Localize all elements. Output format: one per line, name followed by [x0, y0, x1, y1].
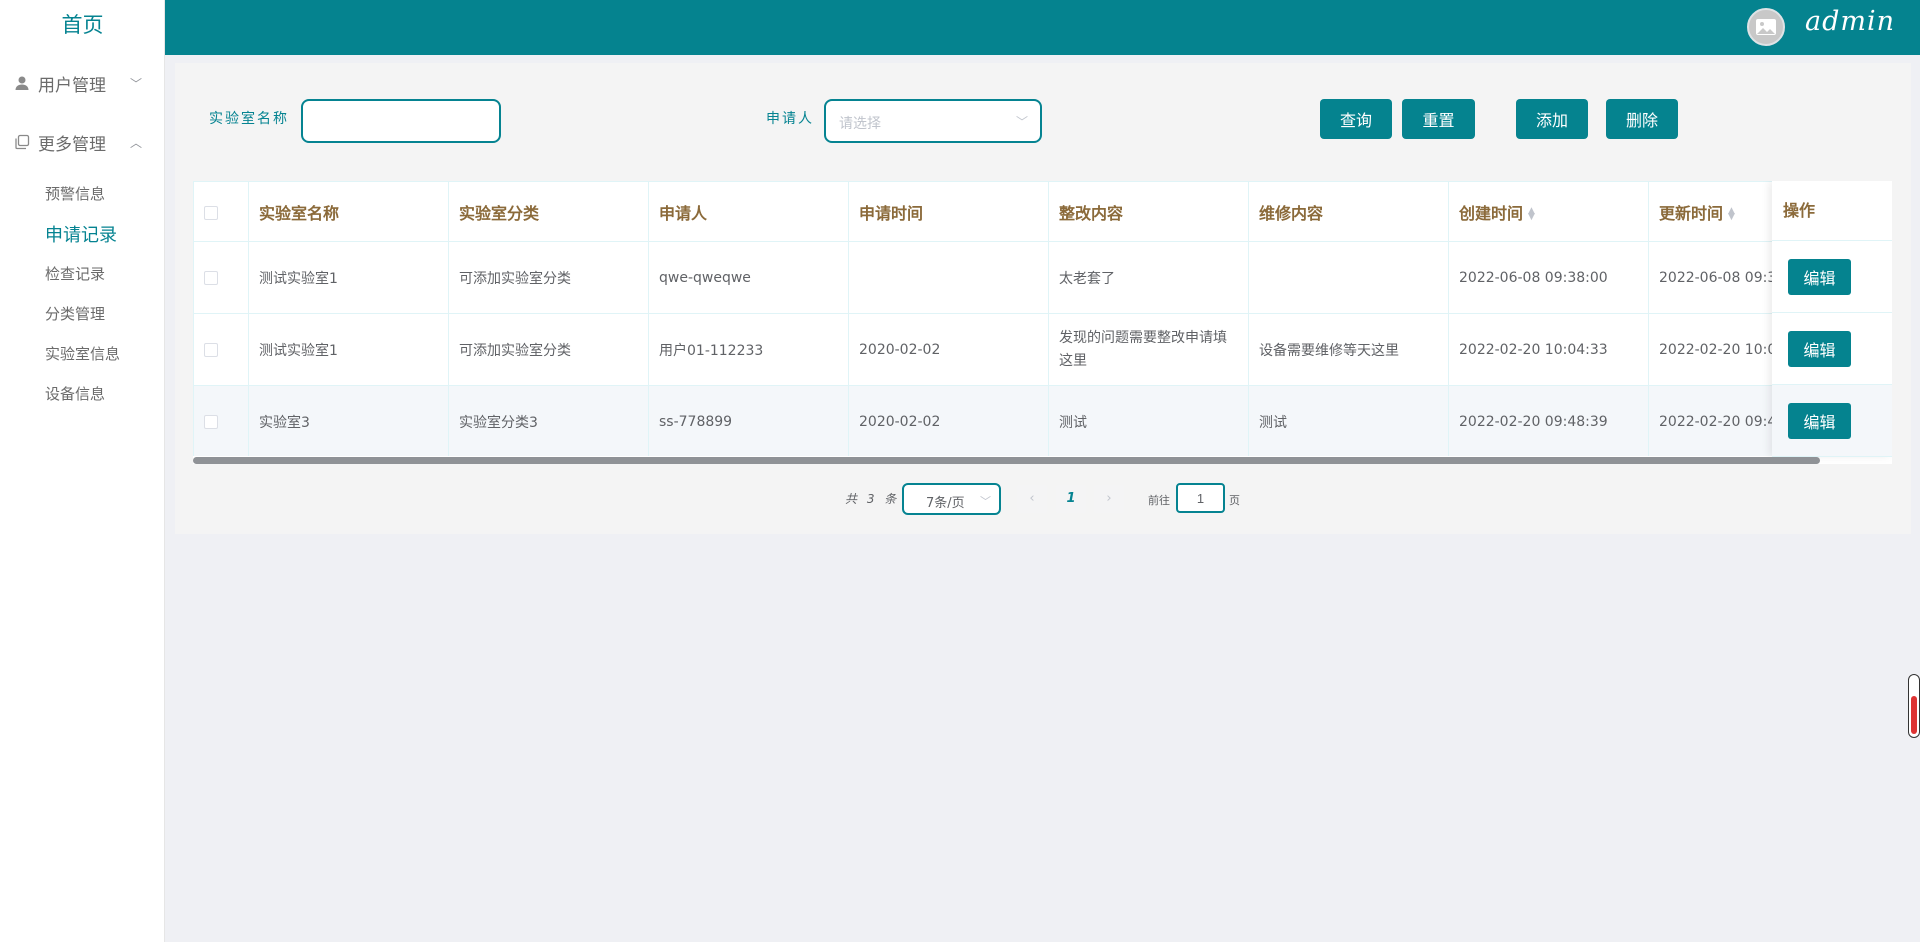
user-icon [14, 75, 30, 91]
sidebar-item-warning-info[interactable]: 预警信息 [45, 183, 105, 204]
column-header-label: 创建时间 [1459, 203, 1524, 223]
sidebar: 首页 用户管理 ﹀ 更多管理 ︿ 预警信息 申请记录 检查记录 分类管理 实验室… [0, 0, 165, 942]
cell-apply-time: 2020-02-02 [848, 385, 1049, 456]
copy-icon [14, 134, 30, 150]
pagination-total: 共 3 条 [845, 492, 900, 506]
sidebar-item-lab-info[interactable]: 实验室信息 [45, 343, 120, 364]
operation-cell: 编辑 [1772, 241, 1892, 313]
cell-created: 2022-06-08 09:38:00 [1448, 241, 1649, 314]
row-checkbox-cell [193, 313, 249, 386]
cell-rectify: 发现的问题需要整改申请填这里 [1048, 313, 1249, 386]
cell-applicant: ss-778899 [648, 385, 849, 456]
cell-apply-time [848, 241, 1049, 314]
sidebar-item-category-management[interactable]: 分类管理 [45, 303, 105, 324]
table-header-row: 实验室名称 实验室分类 申请人 申请时间 整改内容 维修内容 创建时间 ▲ ▼ 更新… [193, 181, 1892, 242]
page-size-select[interactable]: 7条/页 ﹀ [902, 483, 1001, 515]
cell-applicant: qwe-qweqwe [648, 241, 849, 314]
cell-category: 实验室分类3 [448, 385, 649, 456]
lab-name-label: 实验室名称 [209, 111, 289, 127]
image-icon [1756, 19, 1776, 35]
sidebar-item-equipment-info[interactable]: 设备信息 [45, 383, 105, 404]
row-checkbox-cell [193, 385, 249, 456]
cell-created: 2022-02-20 10:04:33 [1448, 313, 1649, 386]
sidebar-item-inspection-records[interactable]: 检查记录 [45, 263, 105, 284]
data-table: 实验室名称 实验室分类 申请人 申请时间 整改内容 维修内容 创建时间 ▲ ▼ 更新… [193, 181, 1892, 464]
chevron-up-icon: ︿ [130, 135, 143, 150]
query-button[interactable]: 查询 [1320, 99, 1392, 139]
current-page[interactable]: 1 [1056, 485, 1086, 513]
select-all-cell [193, 181, 249, 242]
goto-page-input[interactable] [1176, 483, 1225, 513]
username[interactable]: admin [1805, 6, 1895, 37]
edit-button[interactable]: 编辑 [1788, 331, 1851, 367]
column-header: 实验室分类 [448, 181, 649, 242]
applicant-label: 申请人 [766, 111, 814, 127]
chevron-down-icon: ﹀ [1015, 115, 1028, 129]
row-checkbox-cell [193, 241, 249, 314]
delete-button[interactable]: 删除 [1606, 99, 1678, 139]
cell-lab-name: 测试实验室1 [248, 313, 449, 386]
column-header: 维修内容 [1248, 181, 1449, 242]
operation-cell: 编辑 [1772, 313, 1892, 385]
row-checkbox[interactable] [204, 270, 218, 285]
sort-icon[interactable]: ▲ ▼ [1528, 207, 1535, 222]
thermometer-icon [1908, 674, 1920, 738]
table-scroll-area: 实验室名称 实验室分类 申请人 申请时间 整改内容 维修内容 创建时间 ▲ ▼ 更新… [193, 181, 1892, 456]
reset-button[interactable]: 重置 [1402, 99, 1475, 139]
sidebar-group-label: 更多管理 [38, 134, 106, 155]
row-checkbox[interactable] [204, 414, 218, 429]
lab-name-input[interactable] [301, 99, 501, 143]
sort-icon[interactable]: ▲ ▼ [1728, 207, 1735, 222]
page-suffix-label: 页 [1229, 494, 1240, 507]
sidebar-group-label: 用户管理 [38, 75, 106, 96]
prev-page-button[interactable]: ‹ [1017, 485, 1047, 513]
edit-button[interactable]: 编辑 [1788, 259, 1851, 295]
applicant-select[interactable]: 请选择 ﹀ [824, 99, 1042, 143]
operation-column: 操作 编辑 编辑 编辑 [1772, 181, 1892, 457]
cell-lab-name: 实验室3 [248, 385, 449, 456]
cell-category: 可添加实验室分类 [448, 241, 649, 314]
sidebar-group-more-management[interactable]: 更多管理 ︿ [0, 114, 165, 170]
add-button[interactable]: 添加 [1516, 99, 1588, 139]
cell-lab-name: 测试实验室1 [248, 241, 449, 314]
edit-button[interactable]: 编辑 [1788, 403, 1851, 439]
sidebar-group-user-management[interactable]: 用户管理 ﹀ [0, 55, 165, 111]
cell-repair [1248, 241, 1449, 314]
column-header-sortable[interactable]: 创建时间 ▲ ▼ [1448, 181, 1649, 242]
chevron-down-icon: ﹀ [980, 495, 991, 508]
table-row: 实验室3 实验室分类3 ss-778899 2020-02-02 测试 测试 2… [193, 385, 1892, 456]
table-row: 测试实验室1 可添加实验室分类 qwe-qweqwe 太老套了 2022-06-… [193, 241, 1892, 314]
top-header [165, 0, 1920, 55]
cell-rectify: 测试 [1048, 385, 1249, 456]
thermometer-fill [1911, 696, 1917, 734]
cell-repair: 设备需要维修等天这里 [1248, 313, 1449, 386]
cell-rectify: 太老套了 [1048, 241, 1249, 314]
applicant-placeholder: 请选择 [839, 116, 881, 132]
cell-repair: 测试 [1248, 385, 1449, 456]
select-all-checkbox[interactable] [204, 205, 218, 220]
column-header: 申请时间 [848, 181, 1049, 242]
row-checkbox[interactable] [204, 342, 218, 357]
cell-category: 可添加实验室分类 [448, 313, 649, 386]
next-page-button[interactable]: › [1094, 485, 1124, 513]
cell-created: 2022-02-20 09:48:39 [1448, 385, 1649, 456]
chevron-down-icon: ﹀ [130, 76, 143, 91]
operation-cell: 编辑 [1772, 385, 1892, 457]
cell-apply-time: 2020-02-02 [848, 313, 1049, 386]
page-size-value: 7条/页 [926, 496, 965, 511]
sidebar-item-application-records[interactable]: 申请记录 [45, 221, 117, 247]
column-header: 实验室名称 [248, 181, 449, 242]
cell-applicant: 用户01-112233 [648, 313, 849, 386]
sidebar-home[interactable]: 首页 [0, 0, 165, 50]
goto-label: 前往 [1148, 494, 1170, 507]
horizontal-scrollbar[interactable] [193, 457, 1820, 464]
column-header: 申请人 [648, 181, 849, 242]
table-row: 测试实验室1 可添加实验室分类 用户01-112233 2020-02-02 发… [193, 313, 1892, 386]
column-header-label: 更新时间 [1659, 203, 1724, 223]
avatar[interactable] [1747, 8, 1785, 46]
column-header: 操作 [1772, 181, 1892, 241]
column-header: 整改内容 [1048, 181, 1249, 242]
